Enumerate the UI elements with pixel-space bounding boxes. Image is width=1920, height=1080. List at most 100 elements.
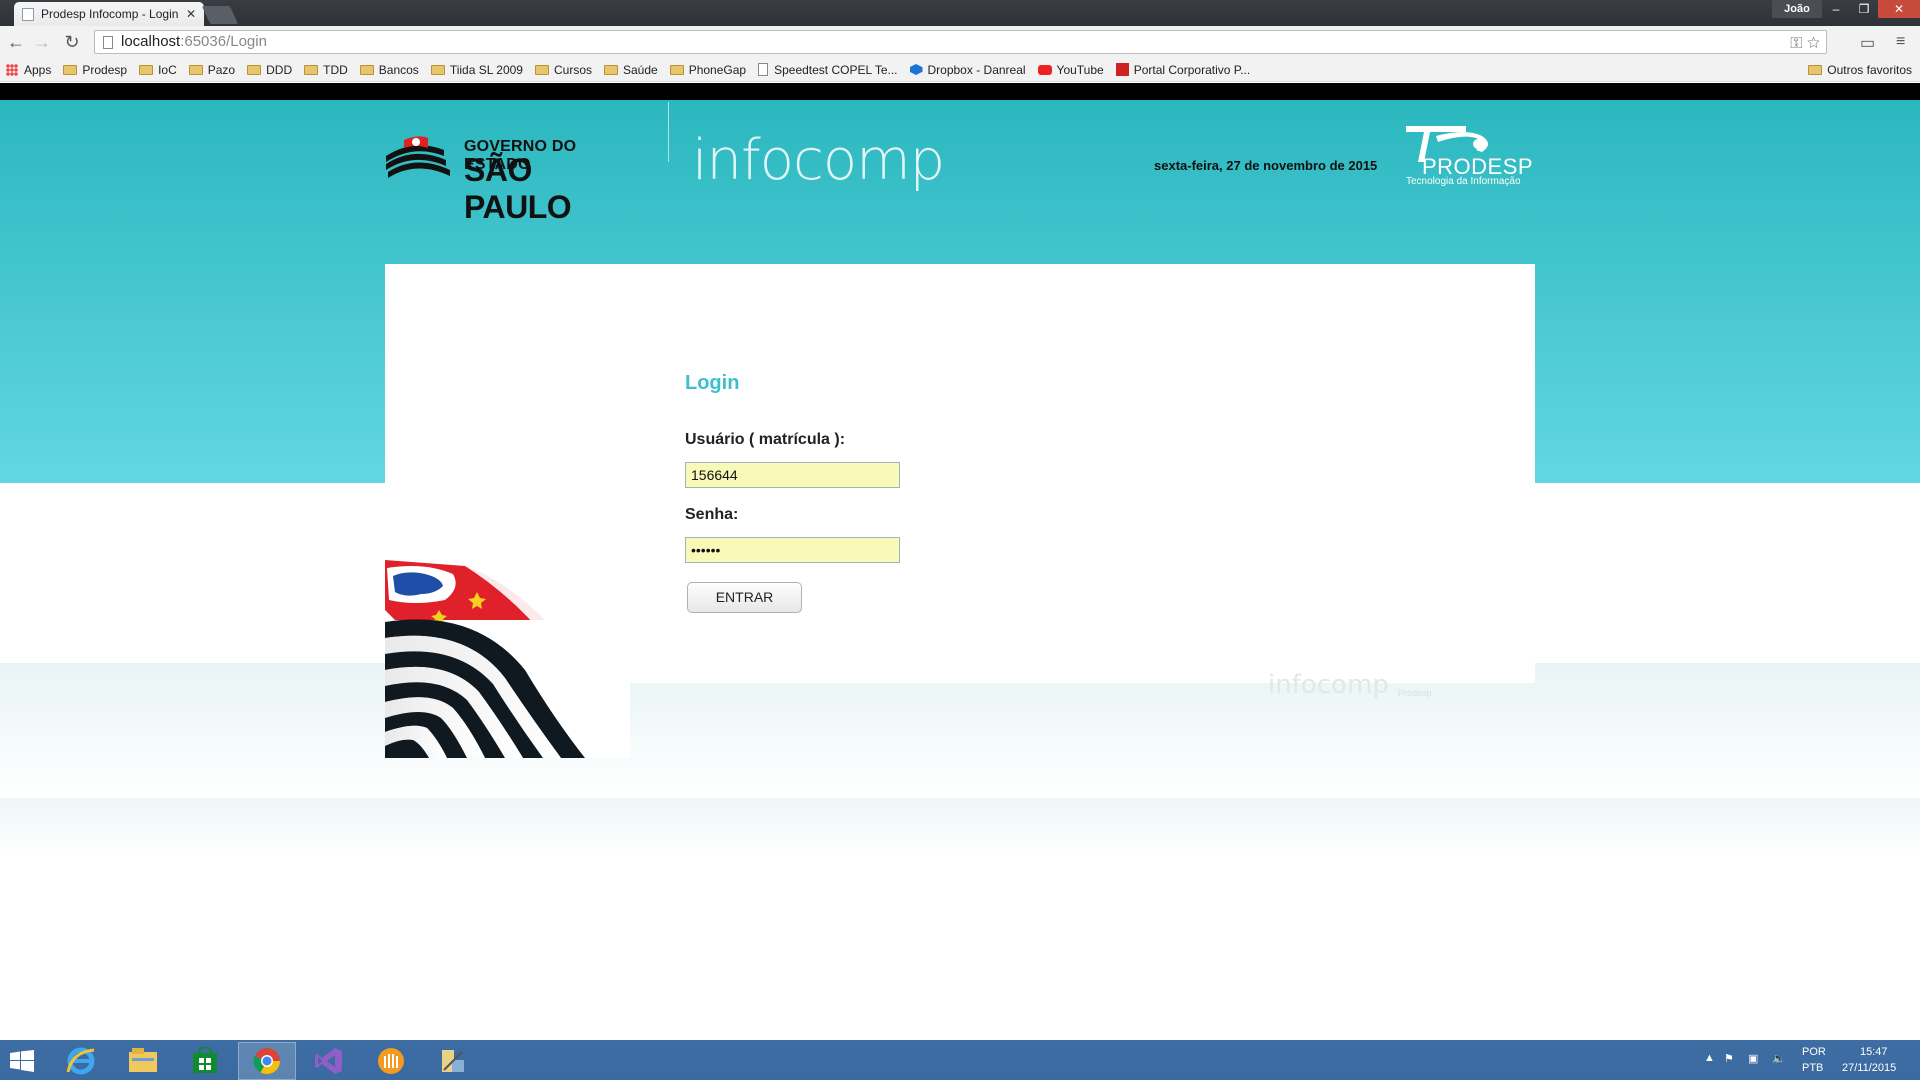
folder-icon xyxy=(139,64,154,75)
doc-icon xyxy=(758,63,769,76)
folder-icon xyxy=(359,64,374,75)
bookmark-dropbox-danreal[interactable]: Dropbox - Danreal xyxy=(909,62,1026,77)
back-arrow-icon[interactable]: ← xyxy=(6,32,26,52)
bookmark-phonegap[interactable]: PhoneGap xyxy=(669,62,747,77)
youtube-icon xyxy=(1037,64,1052,75)
internet-explorer-icon[interactable] xyxy=(52,1042,110,1080)
browser-toolbar: ← → ↻ localhost:65036/Login ⚿ ☆ ▭ ≡ xyxy=(0,26,1920,58)
profile-badge[interactable]: João xyxy=(1772,0,1822,18)
infocomp-logo: infocomp xyxy=(692,128,945,193)
bookmark-youtube[interactable]: YouTube xyxy=(1037,62,1104,77)
network-icon[interactable]: ▣ xyxy=(1748,1052,1758,1065)
tab-close-icon[interactable]: ✕ xyxy=(186,7,196,21)
page-top-strip xyxy=(0,83,1920,100)
bookmark-speedtest-copel-te[interactable]: Speedtest COPEL Te... xyxy=(758,62,898,77)
bookmark-bancos[interactable]: Bancos xyxy=(359,63,419,77)
bookmark-ddd[interactable]: DDD xyxy=(247,63,292,77)
password-label: Senha: xyxy=(685,506,739,523)
bookmark-tdd[interactable]: TDD xyxy=(304,63,348,77)
reload-icon[interactable]: ↻ xyxy=(62,32,82,52)
tab-title: Prodesp Infocomp - Login xyxy=(41,7,179,21)
bookmark-label: PhoneGap xyxy=(688,62,747,77)
folder-icon xyxy=(669,64,684,75)
folder-icon xyxy=(247,64,262,75)
sp-flag-logo-icon xyxy=(386,136,450,178)
prodesp-logo: PRODESP Tecnologia da Informação xyxy=(1406,124,1536,190)
bookmark-portal-corporativo-p[interactable]: Portal Corporativo P... xyxy=(1115,63,1250,77)
url-host: localhost xyxy=(121,33,181,50)
bookmark-label: Pazo xyxy=(207,62,236,77)
login-title: Login xyxy=(685,372,740,394)
browser-tab[interactable]: Prodesp Infocomp - Login ✕ xyxy=(14,2,204,26)
header-divider xyxy=(668,102,669,162)
bookmark-label: Dropbox - Danreal xyxy=(927,62,1026,77)
close-window-button[interactable]: ✕ xyxy=(1878,0,1920,18)
bookmark-label: Speedtest COPEL Te... xyxy=(774,62,898,77)
new-tab-button[interactable] xyxy=(201,6,239,24)
bookmark-apps[interactable]: Apps xyxy=(6,63,51,77)
sp-flag-decoration-icon xyxy=(385,560,630,758)
start-icon[interactable] xyxy=(10,1050,34,1072)
page-favicon-icon xyxy=(22,7,34,21)
bookmark-label: Tiida SL 2009 xyxy=(449,62,523,77)
windows-taskbar xyxy=(0,1040,1920,1080)
page-icon xyxy=(103,36,113,49)
footer-prodesp-text: Prodesp xyxy=(1398,688,1432,698)
bookmark-label: IoC xyxy=(158,62,177,77)
omnibox-icons: ⚿ ☆ xyxy=(1790,33,1820,55)
menu-icon[interactable]: ≡ xyxy=(1896,33,1905,51)
clock-time[interactable]: 15:47 xyxy=(1860,1046,1888,1058)
bookmark-label: DDD xyxy=(266,62,293,77)
minimize-button[interactable]: – xyxy=(1822,0,1850,18)
folder-icon xyxy=(604,64,618,75)
bookmark-pazo[interactable]: Pazo xyxy=(188,62,236,77)
flag-notification-icon[interactable]: ⚑ xyxy=(1724,1052,1734,1065)
current-date: sexta-feira, 27 de novembro de 2015 xyxy=(1154,158,1378,173)
visual-studio-icon[interactable] xyxy=(300,1042,358,1080)
browser-titlebar: Prodesp Infocomp - Login ✕ João – ❐ ✕ xyxy=(0,0,1920,26)
url-path: :65036/Login xyxy=(180,33,267,50)
dropbox-icon xyxy=(909,64,923,75)
bookmark-prodesp[interactable]: Prodesp xyxy=(63,63,127,77)
bookmark-ioc[interactable]: IoC xyxy=(139,63,177,77)
tray-overflow-icon[interactable]: ▲ xyxy=(1704,1052,1715,1064)
bookmark-label: Cursos xyxy=(553,62,592,77)
language-code[interactable]: POR xyxy=(1802,1046,1826,1058)
tools-icon[interactable] xyxy=(424,1042,482,1080)
bookmark-label: Saúde xyxy=(623,62,658,77)
bookmark-label: Apps xyxy=(24,62,52,77)
bookmark-cursos[interactable]: Cursos xyxy=(534,62,592,77)
forward-arrow-icon[interactable]: → xyxy=(32,32,52,52)
gov-line-2: SÃO PAULO xyxy=(464,152,572,225)
governo-sp-logo: GOVERNO DO ESTADO SÃO PAULO xyxy=(384,130,646,225)
password-input[interactable] xyxy=(685,537,900,563)
keyboard-layout[interactable]: PTB xyxy=(1802,1062,1823,1074)
key-icon[interactable]: ⚿ xyxy=(1790,35,1802,52)
footer-infocomp-logo: infocomp xyxy=(1268,670,1389,700)
portal-icon xyxy=(1115,63,1129,76)
username-label: Usuário ( matrícula ): xyxy=(685,431,846,448)
bookmark-tiida-sl-2009[interactable]: Tiida SL 2009 xyxy=(430,62,523,77)
folder-icon xyxy=(1808,65,1823,75)
bookmark-star-icon[interactable]: ☆ xyxy=(1807,35,1820,52)
username-input[interactable] xyxy=(685,462,900,488)
bookmark-label: TDD xyxy=(323,62,348,77)
file-explorer-icon[interactable] xyxy=(114,1042,172,1080)
address-bar[interactable]: localhost:65036/Login ⚿ ☆ xyxy=(94,30,1827,54)
enter-button[interactable]: ENTRAR xyxy=(687,582,802,613)
volume-icon[interactable]: 🔈 xyxy=(1772,1052,1786,1065)
footer-shadow-band-2 xyxy=(0,798,1920,858)
cast-icon[interactable]: ▭ xyxy=(1860,33,1875,53)
bookmarks-bar: Apps Prodesp IoC Pazo DDD TDD Bancos Tiida SL 2… xyxy=(0,58,1920,82)
other-bookmarks[interactable]: Outros favoritos xyxy=(1808,63,1912,77)
bookmark-label: YouTube xyxy=(1056,62,1104,77)
folder-icon xyxy=(534,64,549,75)
clock-date[interactable]: 27/11/2015 xyxy=(1842,1062,1896,1074)
bookmark-sa-de[interactable]: Saúde xyxy=(604,63,658,77)
restore-button[interactable]: ❐ xyxy=(1850,0,1878,18)
store-icon[interactable] xyxy=(176,1042,234,1080)
folder-icon xyxy=(430,64,445,75)
chrome-icon[interactable] xyxy=(238,1042,296,1080)
app-icon[interactable] xyxy=(362,1042,420,1080)
apps-icon xyxy=(6,63,18,76)
